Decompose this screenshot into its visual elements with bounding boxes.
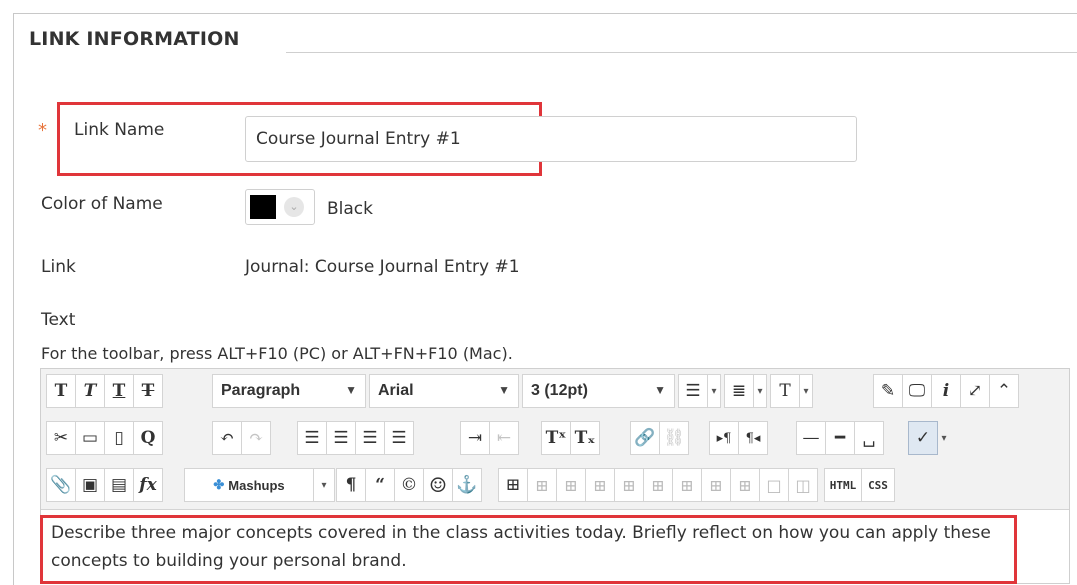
numbered-list-dropdown[interactable]: ▾ [753,374,767,408]
link-value: Journal: Course Journal Entry #1 [245,257,520,277]
nonbreaking-space-icon[interactable]: ␣ [854,421,884,455]
css-button[interactable]: CSS [861,468,895,502]
section-title: LINK INFORMATION [29,28,240,50]
section-divider [286,52,1077,53]
spellcheck-icon[interactable]: ✓ [908,421,938,455]
editor-toolbar: T T T T Paragraph ▼ Arial ▼ 3 (12pt) ▼ ☰ ▾ … [41,369,1069,510]
table-col-before-icon[interactable]: ⊞ [614,468,644,502]
math-formula-icon[interactable]: fx [133,468,163,502]
fullscreen-icon[interactable]: ⤢ [960,374,990,408]
link-name-input[interactable]: Course Journal Entry #1 [245,116,857,162]
mashups-button[interactable]: ✤ Mashups [184,468,314,502]
paste-icon[interactable]: ▯ [104,421,134,455]
mashups-icon: ✤ [213,477,225,492]
insert-table-icon[interactable]: ⊞ [498,468,528,502]
font-family-value: Arial [378,382,414,399]
insert-media-icon[interactable]: ▤ [104,468,134,502]
indent-icon[interactable]: ⇥ [460,421,490,455]
color-value: Black [327,199,373,219]
paragraph-format-value: Paragraph [221,382,301,399]
numbered-list-icon[interactable]: ≣ [724,374,754,408]
find-replace-icon[interactable]: Q [133,421,163,455]
table-split-icon[interactable]: ◫ [788,468,818,502]
color-swatch [250,195,276,219]
underline-icon[interactable]: T [104,374,134,408]
align-left-icon[interactable]: ☰ [297,421,327,455]
bullet-list-dropdown[interactable]: ▾ [707,374,721,408]
strikethrough-icon[interactable]: T [133,374,163,408]
copyright-icon[interactable]: © [394,468,424,502]
link-name-value: Course Journal Entry #1 [256,129,461,149]
chevron-down-icon: ▼ [345,383,357,397]
required-indicator: * [38,120,47,141]
insert-image-icon[interactable]: ▣ [75,468,105,502]
paragraph-format-select[interactable]: Paragraph ▼ [212,374,366,408]
redo-icon[interactable]: ↷ [241,421,271,455]
align-center-icon[interactable]: ☰ [326,421,356,455]
table-row-props-icon[interactable]: ⊞ [730,468,760,502]
chevron-down-icon: ▼ [654,383,666,397]
table-cell-props-icon[interactable]: ⊞ [701,468,731,502]
table-delete-row-icon[interactable]: ⊞ [585,468,615,502]
attachment-icon[interactable]: 📎 [46,468,76,502]
chevron-down-icon: ⌄ [284,197,304,217]
pilcrow-icon[interactable]: ¶ [336,468,366,502]
horizontal-rule-icon[interactable]: — [796,421,826,455]
highlight-box-editor-text [40,515,1017,584]
bold-icon[interactable]: T [46,374,76,408]
link-name-label: Link Name [74,120,165,140]
text-label: Text [41,310,76,330]
table-merge-icon[interactable]: □ [759,468,789,502]
spellcheck-dropdown[interactable]: ▾ [937,421,951,455]
unlink-icon[interactable]: ⛓ [659,421,689,455]
font-size-select[interactable]: 3 (12pt) ▼ [522,374,675,408]
text-color-dropdown[interactable]: ▾ [799,374,813,408]
mashups-label: Mashups [228,477,285,493]
highlighter-icon[interactable]: ✎ [873,374,903,408]
subscript-icon[interactable]: Tₓ [570,421,600,455]
toolbar-hint: For the toolbar, press ALT+F10 (PC) or A… [41,344,513,363]
anchor-icon[interactable]: ⚓ [452,468,482,502]
color-picker-button[interactable]: ⌄ [245,189,315,225]
cut-icon[interactable]: ✂ [46,421,76,455]
undo-icon[interactable]: ↶ [212,421,242,455]
copy-icon[interactable]: ▭ [75,421,105,455]
italic-icon[interactable]: T [75,374,105,408]
bullet-list-icon[interactable]: ☰ [678,374,708,408]
link-icon[interactable]: 🔗 [630,421,660,455]
table-delete-col-icon[interactable]: ⊞ [672,468,702,502]
font-size-value: 3 (12pt) [531,382,588,399]
html-source-button[interactable]: HTML [824,468,862,502]
ltr-icon[interactable]: ▸¶ [709,421,739,455]
superscript-icon[interactable]: Tˣ [541,421,571,455]
collapse-toolbar-icon[interactable]: ⌃ [989,374,1019,408]
align-right-icon[interactable]: ☰ [355,421,385,455]
emoticon-icon[interactable]: ☺ [423,468,453,502]
chevron-down-icon: ▼ [498,383,510,397]
thick-rule-icon[interactable]: ━ [825,421,855,455]
color-of-name-label: Color of Name [41,194,163,214]
link-label: Link [41,257,76,277]
outdent-icon[interactable]: ⇤ [489,421,519,455]
table-row-after-icon[interactable]: ⊞ [556,468,586,502]
info-icon[interactable]: i [931,374,961,408]
mashups-dropdown[interactable]: ▾ [313,468,335,502]
text-color-icon[interactable]: T [770,374,800,408]
justify-icon[interactable]: ☰ [384,421,414,455]
preview-icon[interactable]: 🖵 [902,374,932,408]
font-family-select[interactable]: Arial ▼ [369,374,519,408]
rtl-icon[interactable]: ¶◂ [738,421,768,455]
table-row-before-icon[interactable]: ⊞ [527,468,557,502]
table-col-after-icon[interactable]: ⊞ [643,468,673,502]
blockquote-icon[interactable]: “ [365,468,395,502]
